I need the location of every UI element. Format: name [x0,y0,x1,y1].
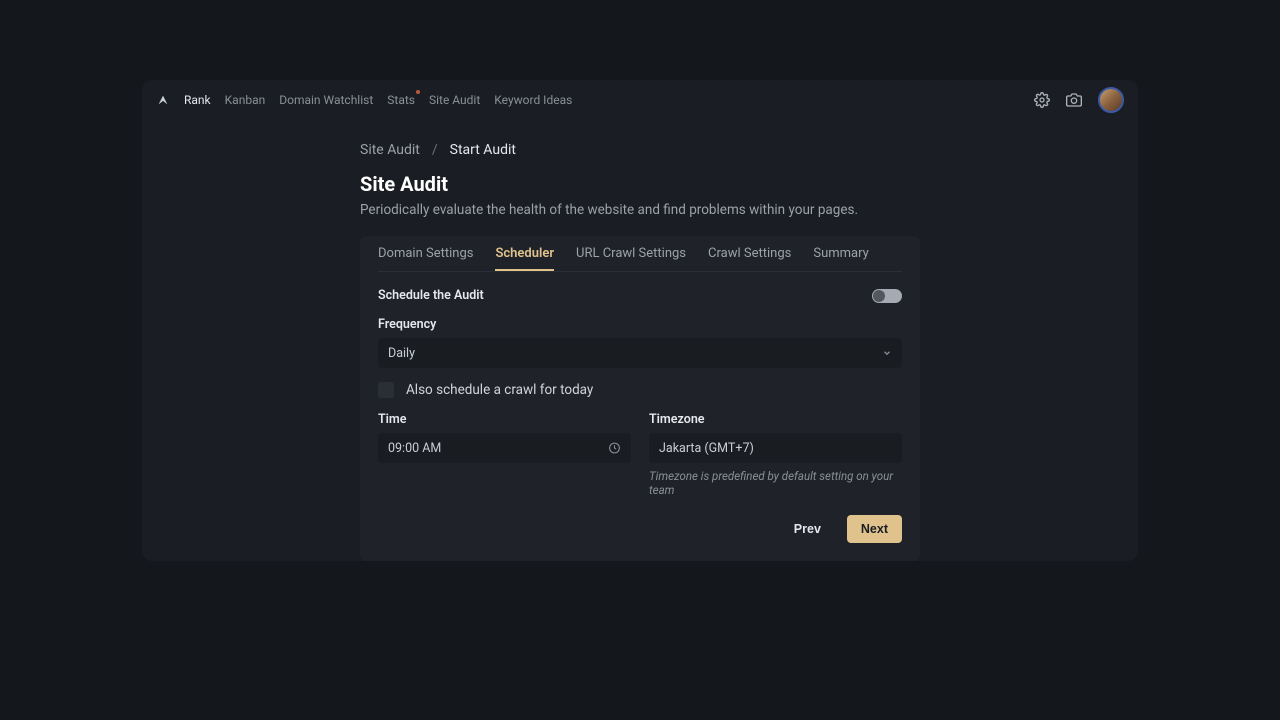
nav-label: Kanban [225,93,266,107]
nav-label: Site Audit [429,93,480,107]
nav-label: Domain Watchlist [279,93,373,107]
nav-keyword-ideas[interactable]: Keyword Ideas [494,93,572,107]
tab-url-crawl-settings[interactable]: URL Crawl Settings [576,246,686,271]
timezone-hint: Timezone is predefined by default settin… [649,469,902,497]
schedule-toggle[interactable] [872,289,902,303]
nav-rank[interactable]: Rank [184,93,211,107]
time-input[interactable]: 09:00 AM [378,433,631,463]
schedule-row: Schedule the Audit [378,288,902,303]
content-inner: Site Audit / Start Audit Site Audit Peri… [360,142,920,561]
avatar[interactable] [1098,87,1124,113]
panel: Domain Settings Scheduler URL Crawl Sett… [360,236,920,561]
frequency-value: Daily [388,346,415,361]
nav-kanban[interactable]: Kanban [225,93,266,107]
breadcrumb-root[interactable]: Site Audit [360,142,420,158]
nav-domain-watchlist[interactable]: Domain Watchlist [279,93,373,107]
tab-domain-settings[interactable]: Domain Settings [378,246,473,271]
breadcrumb-separator: / [432,142,438,158]
tab-scheduler[interactable]: Scheduler [495,246,554,271]
frequency-select[interactable]: Daily [378,338,902,368]
logo-icon [156,93,170,107]
crawl-today-label: Also schedule a crawl for today [406,382,593,398]
nav-label: Stats [387,93,415,107]
tab-crawl-settings[interactable]: Crawl Settings [708,246,791,271]
nav-stats[interactable]: Stats [387,93,415,107]
page-subtitle: Periodically evaluate the health of the … [360,202,920,218]
page-title: Site Audit [360,172,920,196]
clock-icon [608,442,621,455]
gear-icon[interactable] [1034,92,1050,108]
camera-icon[interactable] [1066,92,1082,108]
prev-button[interactable]: Prev [780,515,835,543]
topbar: Rank Kanban Domain Watchlist Stats Site … [142,80,1138,120]
timezone-value: Jakarta (GMT+7) [659,441,754,456]
breadcrumb: Site Audit / Start Audit [360,142,920,158]
time-tz-row: Time 09:00 AM Timezone Jakarta (GMT+7) [378,412,902,497]
toggle-knob [873,290,885,302]
actions: Prev Next [378,515,902,543]
content: Site Audit / Start Audit Site Audit Peri… [142,120,1138,561]
breadcrumb-current: Start Audit [450,142,516,158]
notification-dot-icon [416,90,420,94]
nav-site-audit[interactable]: Site Audit [429,93,480,107]
tab-summary[interactable]: Summary [813,246,868,271]
nav-label: Keyword Ideas [494,93,572,107]
app-card: Rank Kanban Domain Watchlist Stats Site … [142,80,1138,561]
time-value: 09:00 AM [388,441,441,456]
timezone-block: Timezone Jakarta (GMT+7) Timezone is pre… [649,412,902,497]
nav-label: Rank [184,93,211,107]
crawl-today-row: Also schedule a crawl for today [378,382,902,398]
chevron-down-icon [882,348,892,358]
tabs: Domain Settings Scheduler URL Crawl Sett… [378,236,902,272]
crawl-today-checkbox[interactable] [378,382,394,398]
schedule-label: Schedule the Audit [378,288,484,303]
time-block: Time 09:00 AM [378,412,631,497]
frequency-label: Frequency [378,317,902,332]
time-label: Time [378,412,631,427]
timezone-input[interactable]: Jakarta (GMT+7) [649,433,902,463]
topbar-right [1034,87,1124,113]
timezone-label: Timezone [649,412,902,427]
next-button[interactable]: Next [847,515,902,543]
nav-links: Rank Kanban Domain Watchlist Stats Site … [184,93,572,107]
frequency-block: Frequency Daily [378,317,902,368]
